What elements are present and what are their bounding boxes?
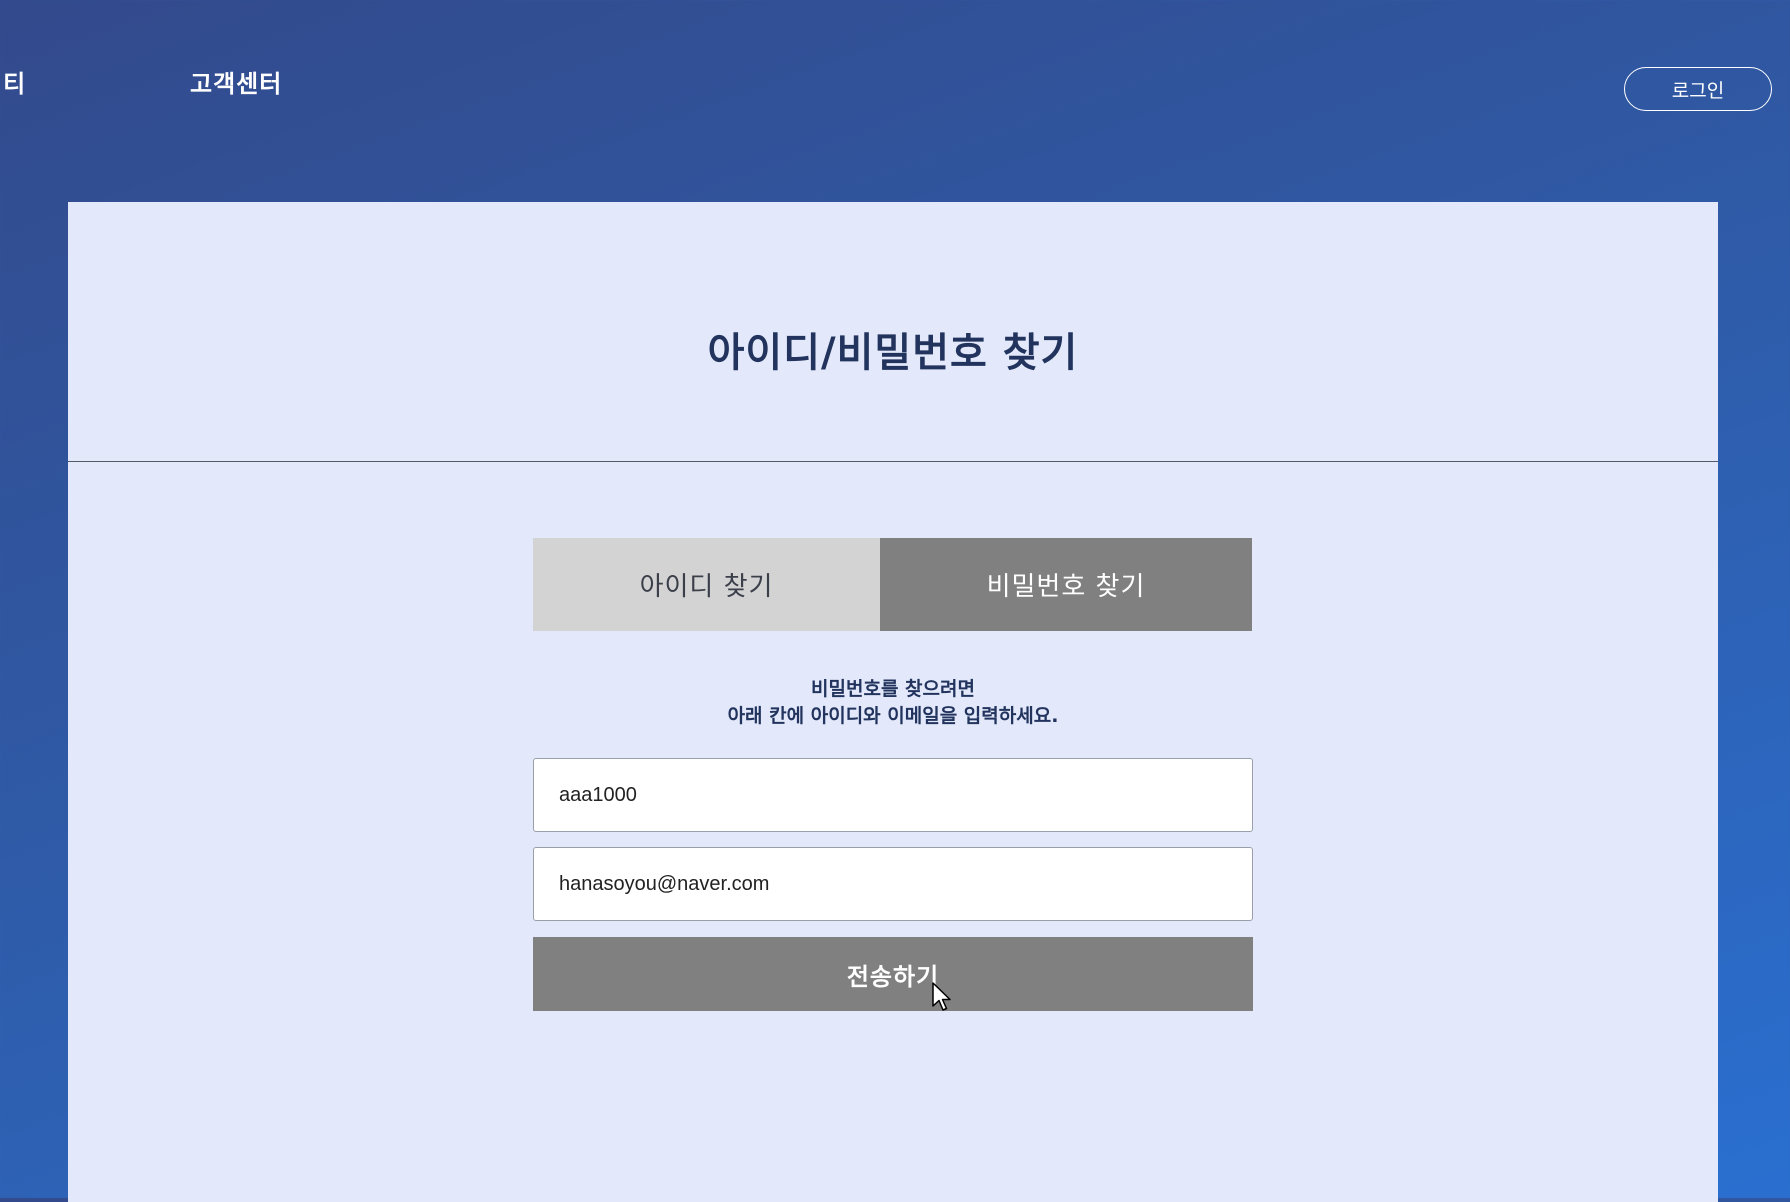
user-id-input[interactable] xyxy=(533,758,1253,832)
email-input[interactable] xyxy=(533,847,1253,921)
nav-item-customer-center[interactable]: 고객센터 xyxy=(190,64,282,99)
tab-find-password[interactable]: 비밀번호 찾기 xyxy=(880,538,1252,631)
login-button[interactable]: 로그인 xyxy=(1624,67,1772,111)
tab-find-id[interactable]: 아이디 찾기 xyxy=(533,538,880,631)
mouse-pointer-icon xyxy=(932,982,951,1011)
nav-item-community[interactable]: 니티 xyxy=(0,64,26,99)
page-title: 아이디/비밀번호 찾기 xyxy=(707,330,1079,376)
title-divider xyxy=(68,461,1718,462)
find-account-panel: 아이디/비밀번호 찾기 아이디 찾기 비밀번호 찾기 비밀번호를 찾으려면 아래… xyxy=(68,202,1718,1202)
submit-button[interactable]: 전송하기 xyxy=(533,937,1253,1011)
instructions-line-2: 아래 칸에 아이디와 이메일을 입력하세요. xyxy=(727,705,1059,727)
instructions-text: 비밀번호를 찾으려면 아래 칸에 아이디와 이메일을 입력하세요. xyxy=(68,676,1718,730)
instructions-line-1: 비밀번호를 찾으려면 xyxy=(811,678,975,700)
